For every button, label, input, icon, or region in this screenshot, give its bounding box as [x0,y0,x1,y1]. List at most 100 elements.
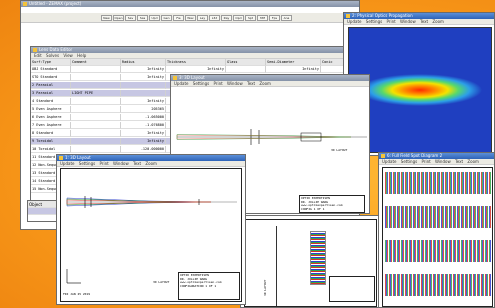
lde-cell[interactable]: Infinity [121,74,166,81]
lde-menu-help[interactable]: Help [77,53,86,58]
toolbar-button-upd[interactable]: Upd [149,15,160,21]
ls-menu-update[interactable]: Update [174,81,189,86]
spot-plot-frame [382,167,493,307]
lde-cell[interactable] [71,130,121,137]
beam-menu-zoom[interactable]: Zoom [432,19,444,24]
layout-small-icon [173,76,177,80]
rod-spots [310,231,326,285]
beam-menubar: Update Settings Print Window Text Zoom [344,19,494,25]
beam-menu-text[interactable]: Text [420,19,428,24]
main-titlebar[interactable]: Untitled - ZEMAX (project) [21,1,359,7]
ls-menu-window[interactable]: Window [227,81,243,86]
layout-main-menubar: Update Settings Print Window Text Zoom [57,161,245,167]
lde-cell[interactable]: 205365 [121,106,166,113]
lde-cell[interactable] [71,66,121,73]
beam-menu-window[interactable]: Window [400,19,416,24]
lde-cell[interactable] [121,82,166,89]
lde-cell[interactable]: -1.076800 [121,122,166,129]
lde-cell[interactable]: Infinity [121,66,166,73]
lde-row-surface[interactable]: STO Standard [31,74,71,81]
layout-main-frame: 3D LAYOUT OPTIK EXPERTISEN DR. JOLLIE WA… [60,168,242,302]
lde-col-header: Semi-Diameter [266,59,321,66]
toolbar-button-spt[interactable]: Spt [245,15,256,21]
toolbar-button-l3d[interactable]: L3d [209,15,220,21]
lde-row-surface[interactable]: 8 Standard [31,130,71,137]
spot-menu-settings[interactable]: Settings [401,159,417,164]
lde-col-header: Glass [226,59,266,66]
lde-cell[interactable]: Infinity [121,130,166,137]
beam-menu-update[interactable]: Update [347,19,362,24]
lde-cell[interactable]: Infinity [121,98,166,105]
lde-cell[interactable]: Infinity [121,138,166,145]
lde-row-surface[interactable]: OBJ Standard [31,66,71,73]
lm-menu-window[interactable]: Window [113,161,129,166]
lde-col-header: Radius [121,59,166,66]
lm-menu-text[interactable]: Text [133,161,141,166]
lde-cell[interactable] [71,82,121,89]
lde-cell[interactable]: -1.065000 [121,114,166,121]
toolbar-button-ana[interactable]: Ana [281,15,292,21]
app-icon [23,2,27,6]
lde-cell[interactable] [71,114,121,121]
toolbar-button-ray[interactable]: Ray [221,15,232,21]
spot-menu-text[interactable]: Text [455,159,463,164]
lde-cell[interactable] [71,138,121,145]
lde-row-surface[interactable]: 2 Paraxial [31,82,71,89]
layout-main-window: 1: 3D Layout Update Settings Print Windo… [56,154,246,305]
lm-menu-update[interactable]: Update [60,161,75,166]
lde-row-surface[interactable]: 4 Standard [31,98,71,105]
toolbar-button-fie[interactable]: Fie [173,15,184,21]
lde-col-header: Comment [71,59,121,66]
lde-row-surface[interactable]: 9 Toroidal [31,138,71,145]
lde-cell[interactable] [226,66,266,73]
lde-cell[interactable] [71,122,121,129]
lde-cell[interactable] [121,90,166,97]
toolbar-button-gen[interactable]: Gen [161,15,172,21]
toolbar-button-sav[interactable]: Sav [125,15,136,21]
beam-menu-settings[interactable]: Settings [366,19,382,24]
spot-menu-window[interactable]: Window [435,159,451,164]
lm-menu-settings[interactable]: Settings [79,161,95,166]
toolbar-button-fps[interactable]: Fps [269,15,280,21]
lde-cell[interactable] [71,106,121,113]
main-toolbar: New Open Sav Sas Upd Gen Fie Wav Lay L3d Ray Opd Spt… [21,13,359,23]
toolbar-button-sas[interactable]: Sas [137,15,148,21]
spot-menu-zoom[interactable]: Zoom [467,159,479,164]
ls-menu-text[interactable]: Text [247,81,255,86]
toolbar-button-new[interactable]: New [101,15,112,21]
beam-menu-print[interactable]: Print [386,19,395,24]
spot-menu-print[interactable]: Print [421,159,430,164]
toolbar-button-open[interactable]: Open [113,15,124,21]
ls-menu-zoom[interactable]: Zoom [259,81,271,86]
lde-menu-view[interactable]: View [63,53,73,58]
lde-cell[interactable]: LIGHT PIPE [71,90,121,97]
layout-small-caption: 3D LAYOUT [331,148,347,152]
main-title: Untitled - ZEMAX (project) [29,1,82,6]
spot-menu-update[interactable]: Update [382,159,397,164]
lde-row-surface[interactable]: 3 Paraxial [31,90,71,97]
toolbar-button-mtf[interactable]: Mtf [257,15,268,21]
lde-menu-solves[interactable]: Solves [46,53,59,58]
lower-vertical-label: 3D LAYOUT [263,279,267,296]
toolbar-button-opd[interactable]: Opd [233,15,244,21]
lower-analysis-window: 3D LAYOUT [240,215,380,308]
lde-row-surface[interactable]: 5 Even Asphere [31,106,71,113]
lde-cell[interactable]: Infinity [166,66,226,73]
lde-cell[interactable]: Infinity [266,66,321,73]
lm-menu-print[interactable]: Print [99,161,108,166]
toolbar-button-wav[interactable]: Wav [185,15,196,21]
lde-cell[interactable] [71,98,121,105]
lde-cell[interactable] [71,74,121,81]
lde-col-header: Surf:Type [31,59,71,66]
ls-menu-print[interactable]: Print [213,81,222,86]
lde-col-header: Thickness [166,59,226,66]
lde-cell[interactable]: -120.000000 [121,146,166,153]
lde-row-surface[interactable]: 7 Even Asphere [31,122,71,129]
lde-cell[interactable] [71,146,121,153]
lm-menu-zoom[interactable]: Zoom [145,161,157,166]
ls-menu-settings[interactable]: Settings [193,81,209,86]
lde-menu-edit[interactable]: Edit [34,53,42,58]
toolbar-button-lay[interactable]: Lay [197,15,208,21]
lde-row-surface[interactable]: 10 Toroidal [31,146,71,153]
lde-row-surface[interactable]: 6 Even Asphere [31,114,71,121]
